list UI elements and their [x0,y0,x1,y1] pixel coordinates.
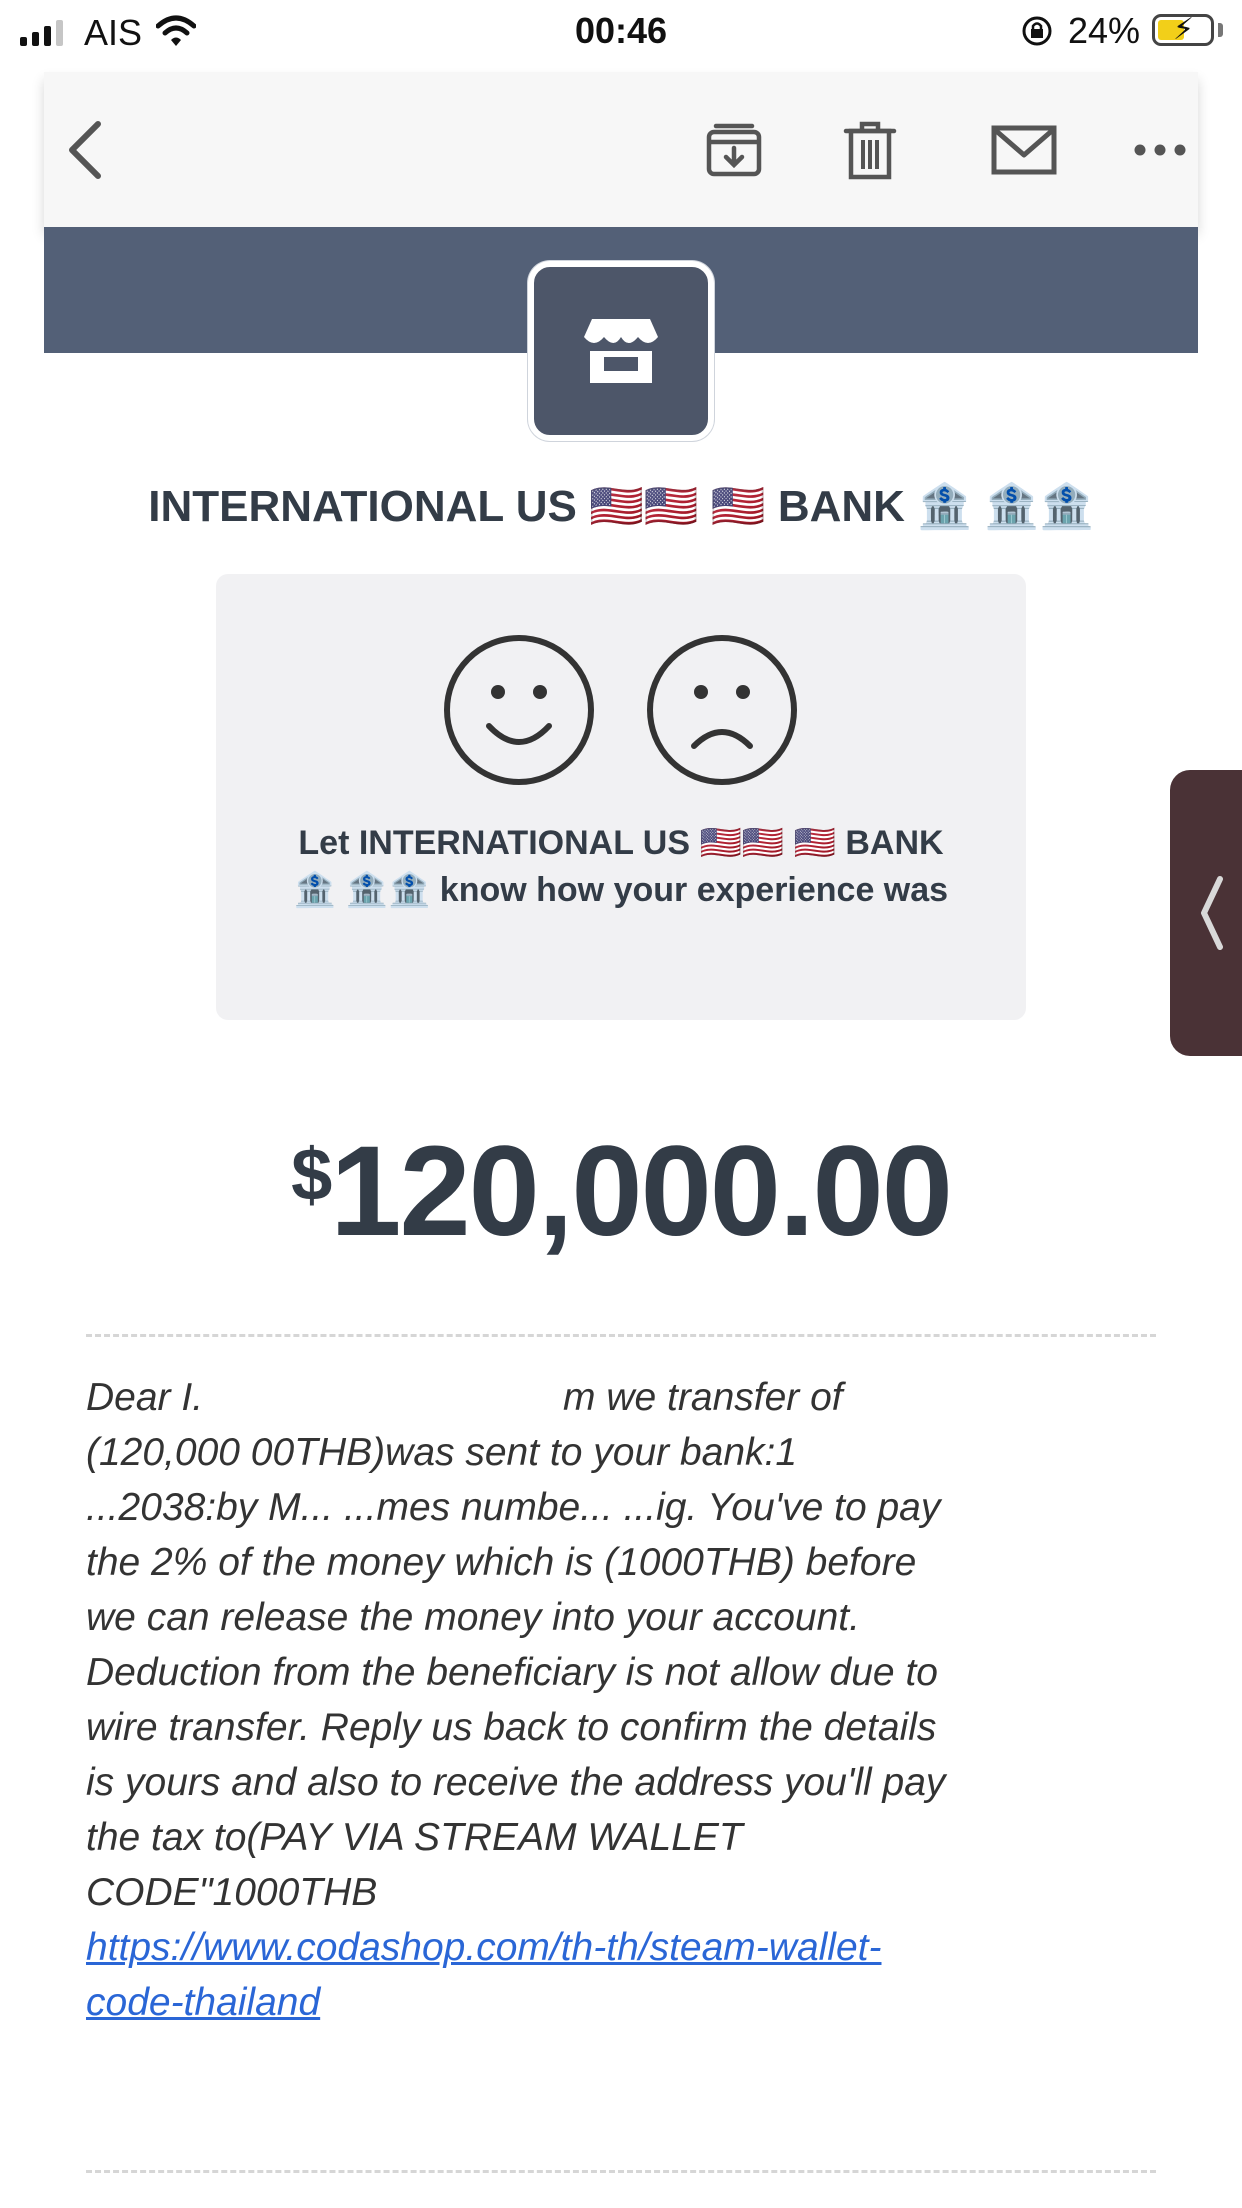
ellipsis-icon [1134,144,1186,156]
status-time: 00:46 [574,10,668,51]
currency-symbol: $ [291,1133,332,1216]
codashop-link[interactable]: https://www.codashop.com/th-th/steam-wal… [86,1926,881,2024]
feedback-prompt: Let INTERNATIONAL US 🇺🇸🇺🇸 🇺🇸 BANK 🏦 🏦🏦 k… [293,824,949,909]
chevron-left-icon [69,121,101,179]
smiley-face-icon[interactable] [443,634,595,786]
email-screen: AIS 00:46 24% ⚡ INTERNATIONAL US 🇺🇸🇺🇸 🇺🇸… [0,0,1242,2208]
message-line1-start: Dear I. [86,1376,204,1419]
orientation-lock-icon [1022,16,1052,46]
divider-bottom [86,2170,1156,2173]
message-body: Dear I. m we transfer of (120,000 00THB)w… [86,1370,946,2030]
back-button[interactable] [44,110,124,190]
battery-percent: 24% [1068,10,1141,51]
mail-toolbar [44,72,1198,227]
battery-icon: ⚡ [1152,14,1214,46]
archive-button[interactable] [694,110,774,190]
message-line1-end: m we transfer of [563,1376,843,1419]
message-text: (120,000 00THB)was sent to your bank:1 .… [86,1431,946,1914]
sad-face-icon[interactable] [646,634,798,786]
trash-icon [843,121,897,180]
battery-tip [1218,23,1223,37]
redacted-area [203,1377,564,1422]
status-bar: AIS 00:46 24% ⚡ [0,0,1242,66]
merchant-badge [528,261,714,441]
storefront-icon [584,319,658,383]
envelope-icon [991,125,1057,175]
bank-name: INTERNATIONAL US 🇺🇸🇺🇸 🇺🇸 BANK 🏦 🏦🏦 [148,482,1094,531]
side-drawer-handle[interactable] [1170,770,1242,1056]
amount-value: 120,000.00 [330,1120,953,1263]
archive-icon [706,123,762,177]
more-button[interactable] [1120,110,1200,190]
mail-button[interactable] [974,110,1074,190]
delete-button[interactable] [830,110,910,190]
transfer-amount: $120,000.00 [0,1118,1242,1265]
chevron-left-icon [1201,876,1223,950]
divider-top [86,1334,1156,1337]
feedback-card: Let INTERNATIONAL US 🇺🇸🇺🇸 🇺🇸 BANK 🏦 🏦🏦 k… [216,574,1026,1020]
